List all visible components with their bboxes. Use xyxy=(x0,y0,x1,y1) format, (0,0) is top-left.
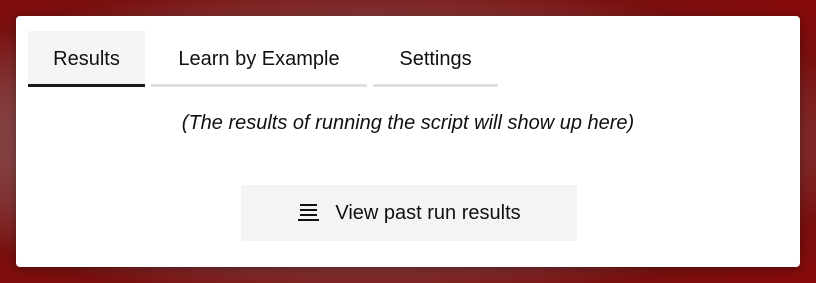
tab-settings[interactable]: Settings xyxy=(373,31,498,87)
results-placeholder-text: (The results of running the script will … xyxy=(181,112,635,134)
tab-results[interactable]: Results xyxy=(28,31,145,87)
list-icon xyxy=(297,202,321,224)
tab-bar: Results Learn by Example Settings xyxy=(28,31,498,87)
view-past-run-results-button[interactable]: View past run results xyxy=(241,185,577,241)
tab-learn-by-example[interactable]: Learn by Example xyxy=(151,31,367,87)
view-past-run-results-label: View past run results xyxy=(335,201,521,224)
results-panel: Results Learn by Example Settings (The r… xyxy=(16,16,800,267)
